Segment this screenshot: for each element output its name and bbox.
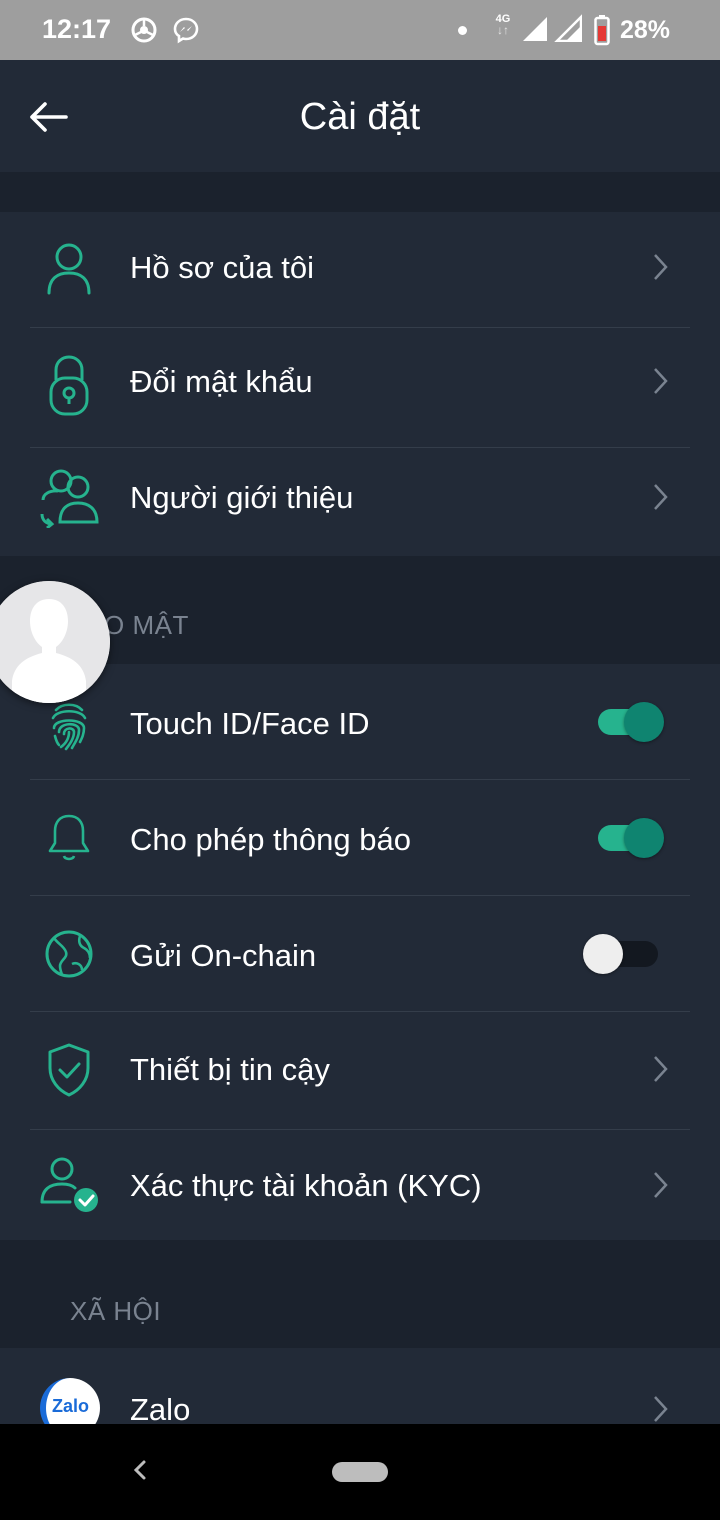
globe-icon xyxy=(45,930,93,978)
menu-item-zalo[interactable]: Zalo Zalo xyxy=(0,1348,720,1424)
shield-check-icon xyxy=(48,1043,90,1097)
section-title-security: O MẬT xyxy=(104,610,189,640)
menu-label: Touch ID/Face ID xyxy=(130,706,370,741)
bell-icon xyxy=(48,814,90,861)
menu-item-referrer[interactable]: Người giới thiệu xyxy=(0,440,720,556)
battery-level: 28% xyxy=(620,16,671,44)
menu-item-kyc[interactable]: Xác thực tài khoản (KYC) xyxy=(0,1126,720,1242)
notification-dot-icon xyxy=(458,26,467,35)
menu-label: Thiết bị tin cậy xyxy=(130,1052,330,1087)
menu-label: Gửi On-chain xyxy=(130,938,317,973)
chrome-notification-icon xyxy=(131,17,157,43)
menu-label: Zalo xyxy=(130,1392,191,1424)
chevron-right-icon xyxy=(654,1396,668,1422)
menu-label: Hồ sơ của tôi xyxy=(130,250,315,285)
signal-icon xyxy=(523,17,547,41)
menu-item-touch-id: Touch ID/Face ID xyxy=(0,664,720,780)
menu-item-notifications: Cho phép thông báo xyxy=(0,780,720,896)
status-time: 12:17 xyxy=(42,14,112,44)
menu-item-my-profile[interactable]: Hồ sơ của tôi xyxy=(0,212,720,328)
fingerprint-icon xyxy=(51,703,87,751)
toggle-knob xyxy=(583,934,623,974)
lock-icon xyxy=(49,355,89,416)
menu-item-send-on-chain: Gửi On-chain xyxy=(0,896,720,1012)
menu-label: Người giới thiệu xyxy=(130,480,354,515)
chevron-right-icon xyxy=(654,368,668,394)
menu-label: Xác thực tài khoản (KYC) xyxy=(130,1168,482,1203)
status-bar: 12:17 4G ↓↑ 28% xyxy=(0,0,720,60)
menu-item-trusted-devices[interactable]: Thiết bị tin cậy xyxy=(0,1012,720,1130)
app-header: Cài đặt xyxy=(0,60,720,172)
nav-home-pill[interactable] xyxy=(332,1462,388,1482)
user-verified-icon xyxy=(40,1157,98,1212)
notifications-toggle[interactable] xyxy=(590,816,670,860)
chevron-right-icon xyxy=(654,1056,668,1082)
chevron-right-icon xyxy=(654,1172,668,1198)
signal-2-icon xyxy=(554,14,582,42)
send-on-chain-toggle[interactable] xyxy=(583,932,670,976)
toggle-knob xyxy=(624,818,664,858)
user-icon xyxy=(47,243,91,295)
menu-label: Cho phép thông báo xyxy=(130,822,411,857)
page-title: Cài đặt xyxy=(299,96,421,138)
security-settings-group: Touch ID/Face ID Cho phép thông báo Gửi … xyxy=(0,664,720,1240)
section-title-social: XÃ HỘI xyxy=(70,1296,162,1326)
system-navigation-bar xyxy=(0,1424,720,1520)
battery-icon xyxy=(594,15,610,46)
chevron-right-icon xyxy=(654,484,668,510)
menu-label: Đổi mật khẩu xyxy=(130,364,313,399)
menu-item-change-password[interactable]: Đổi mật khẩu xyxy=(0,322,720,448)
network-type: 4G ↓↑ xyxy=(495,13,511,37)
referral-icon xyxy=(40,469,99,528)
chevron-right-icon xyxy=(654,254,668,280)
messenger-notification-icon xyxy=(173,17,199,44)
touch-id-toggle[interactable] xyxy=(590,700,670,744)
toggle-knob xyxy=(624,702,664,742)
nav-back-icon[interactable] xyxy=(128,1454,152,1486)
account-settings-group: Hồ sơ của tôi Đổi mật khẩu Người giới th… xyxy=(0,212,720,556)
zalo-logo: Zalo xyxy=(40,1378,100,1424)
social-settings-group: Zalo Zalo xyxy=(0,1348,720,1424)
